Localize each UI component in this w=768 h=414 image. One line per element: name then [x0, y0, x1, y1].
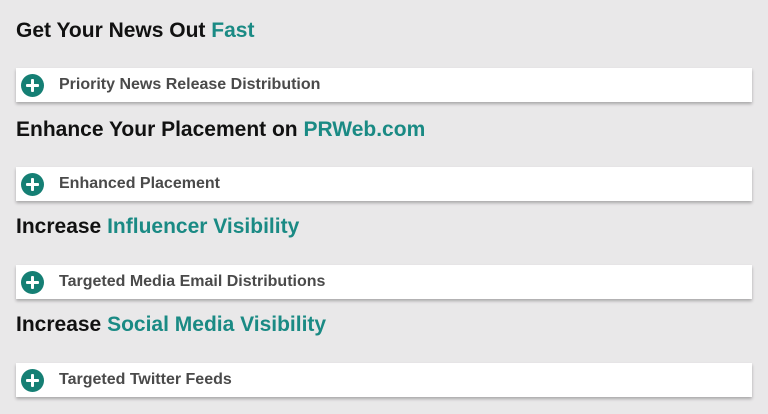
- heading-accent: PRWeb.com: [303, 118, 426, 141]
- accordion-item-label: Targeted Media Email Distributions: [59, 273, 326, 290]
- accordion-item-targeted-media-email-distributions[interactable]: Targeted Media Email Distributions: [16, 265, 752, 299]
- accordion-item-label: Targeted Twitter Feeds: [59, 371, 232, 388]
- section-heading: Get Your News Out Fast: [16, 19, 254, 43]
- plus-circle-icon[interactable]: [21, 369, 44, 392]
- accordion-item-priority-news-release-distribution[interactable]: Priority News Release Distribution: [16, 68, 752, 102]
- heading-accent: Fast: [211, 19, 255, 42]
- accordion-item-targeted-twitter-feeds[interactable]: Targeted Twitter Feeds: [16, 363, 752, 397]
- section-heading: Increase Social Media Visibility: [16, 313, 326, 337]
- accordion-item-label: Enhanced Placement: [59, 175, 220, 192]
- plus-circle-icon[interactable]: [21, 271, 44, 294]
- plus-circle-icon[interactable]: [21, 74, 44, 97]
- section-heading: Enhance Your Placement on PRWeb.com: [16, 118, 425, 142]
- heading-accent: Influencer Visibility: [107, 215, 300, 238]
- plus-circle-icon[interactable]: [21, 173, 44, 196]
- heading-prefix: Increase: [16, 215, 102, 238]
- heading-prefix: Get Your News Out: [16, 19, 206, 42]
- heading-prefix: Enhance Your Placement on: [16, 118, 298, 141]
- section-heading: Increase Influencer Visibility: [16, 215, 299, 239]
- heading-prefix: Increase: [16, 313, 102, 336]
- accordion-item-label: Priority News Release Distribution: [59, 76, 321, 93]
- accordion-item-enhanced-placement[interactable]: Enhanced Placement: [16, 167, 752, 201]
- heading-accent: Social Media Visibility: [107, 313, 327, 336]
